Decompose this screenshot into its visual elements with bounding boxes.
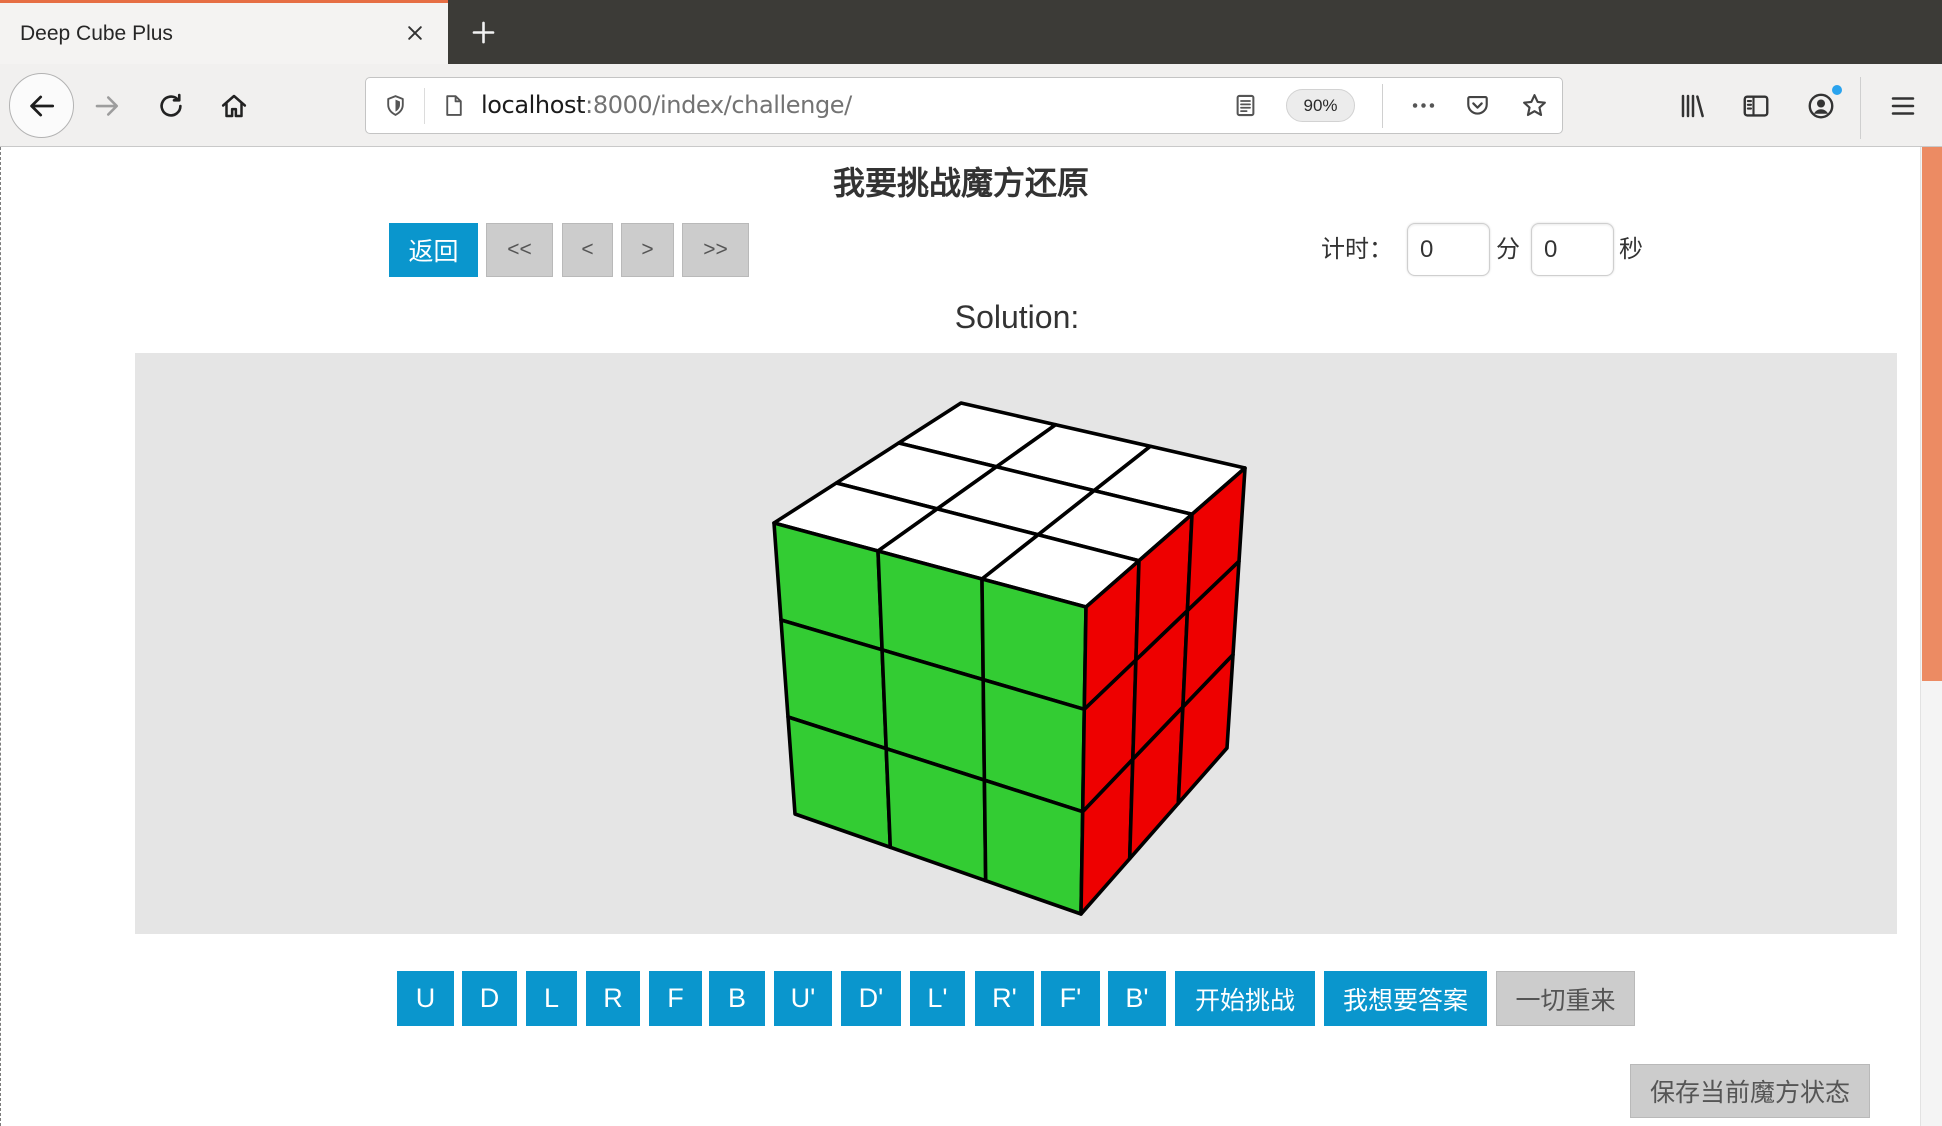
home-icon[interactable] bbox=[219, 91, 249, 121]
move-button-D-prime[interactable]: D' bbox=[841, 971, 901, 1026]
account-icon[interactable] bbox=[1806, 91, 1836, 121]
tab-title: Deep Cube Plus bbox=[20, 22, 173, 45]
move-button-R-prime[interactable]: R' bbox=[975, 971, 1034, 1026]
timer-label: 计时： bbox=[1321, 236, 1393, 263]
move-button-U[interactable]: U bbox=[397, 971, 454, 1026]
page-title: 我要挑战魔方还原 bbox=[832, 165, 1089, 201]
page-icon[interactable] bbox=[441, 93, 466, 118]
url-bar-separator bbox=[424, 88, 425, 124]
prev-step-button[interactable]: < bbox=[562, 223, 613, 277]
start-challenge-button[interactable]: 开始挑战 bbox=[1175, 971, 1315, 1026]
library-icon[interactable] bbox=[1678, 91, 1708, 121]
next-step-button[interactable]: > bbox=[621, 223, 674, 277]
star-icon[interactable] bbox=[1521, 92, 1548, 119]
timer-seconds-unit: 秒 bbox=[1619, 236, 1643, 263]
url-bar-separator bbox=[1382, 84, 1383, 128]
show-answer-button[interactable]: 我想要答案 bbox=[1324, 971, 1487, 1026]
move-button-B[interactable]: B bbox=[709, 971, 765, 1026]
reset-all-button[interactable]: 一切重来 bbox=[1496, 971, 1635, 1026]
pocket-icon[interactable] bbox=[1464, 92, 1491, 119]
save-cube-state-button[interactable]: 保存当前魔方状态 bbox=[1630, 1064, 1870, 1118]
forward-arrow-icon[interactable] bbox=[92, 91, 122, 121]
move-button-F-prime[interactable]: F' bbox=[1041, 971, 1100, 1026]
new-tab-icon[interactable] bbox=[470, 19, 497, 46]
account-notification-dot bbox=[1832, 85, 1842, 95]
cube-view bbox=[772, 401, 1247, 916]
last-step-button[interactable]: >> bbox=[682, 223, 749, 277]
move-button-D[interactable]: D bbox=[462, 971, 517, 1026]
move-button-R[interactable]: R bbox=[586, 971, 640, 1026]
page-content: 我要挑战魔方还原 返回 << < > >> 计时： 分 秒 Solution: … bbox=[0, 147, 1920, 1126]
scrollbar-thumb[interactable] bbox=[1922, 147, 1942, 681]
url-host: localhost bbox=[481, 91, 586, 119]
close-tab-icon[interactable] bbox=[405, 23, 425, 43]
browser-tab-active[interactable]: Deep Cube Plus bbox=[0, 0, 448, 64]
toolbar-separator bbox=[1860, 77, 1861, 139]
move-button-U-prime[interactable]: U' bbox=[774, 971, 832, 1026]
cube-canvas[interactable] bbox=[135, 353, 1897, 934]
reader-view-icon[interactable] bbox=[1232, 92, 1259, 119]
solution-label: Solution: bbox=[954, 299, 1080, 335]
move-button-L[interactable]: L bbox=[526, 971, 577, 1026]
sidebar-icon[interactable] bbox=[1741, 91, 1771, 121]
timer-minutes-unit: 分 bbox=[1496, 236, 1520, 263]
navigation-toolbar: localhost:8000/index/challenge/ 90% bbox=[0, 64, 1942, 147]
move-button-F[interactable]: F bbox=[649, 971, 702, 1026]
url-path: :8000/index/challenge/ bbox=[585, 91, 852, 119]
back-button-page[interactable]: 返回 bbox=[389, 223, 478, 277]
shield-icon[interactable] bbox=[383, 93, 408, 118]
first-step-button[interactable]: << bbox=[486, 223, 553, 277]
more-dots-icon[interactable] bbox=[1410, 92, 1437, 119]
url-text[interactable]: localhost:8000/index/challenge/ bbox=[481, 78, 852, 133]
timer-seconds-input[interactable] bbox=[1531, 223, 1614, 276]
move-button-B-prime[interactable]: B' bbox=[1108, 971, 1166, 1026]
reload-icon[interactable] bbox=[156, 91, 186, 121]
page-scrollbar[interactable] bbox=[1920, 147, 1942, 1126]
url-bar[interactable]: localhost:8000/index/challenge/ 90% bbox=[365, 77, 1563, 134]
timer-minutes-input[interactable] bbox=[1407, 223, 1490, 276]
zoom-level-badge[interactable]: 90% bbox=[1286, 89, 1355, 122]
tab-strip: Deep Cube Plus bbox=[0, 0, 1942, 64]
back-button[interactable] bbox=[9, 73, 74, 138]
back-arrow-icon bbox=[26, 90, 58, 122]
move-button-L-prime[interactable]: L' bbox=[910, 971, 965, 1026]
hamburger-menu-icon[interactable] bbox=[1888, 91, 1918, 121]
